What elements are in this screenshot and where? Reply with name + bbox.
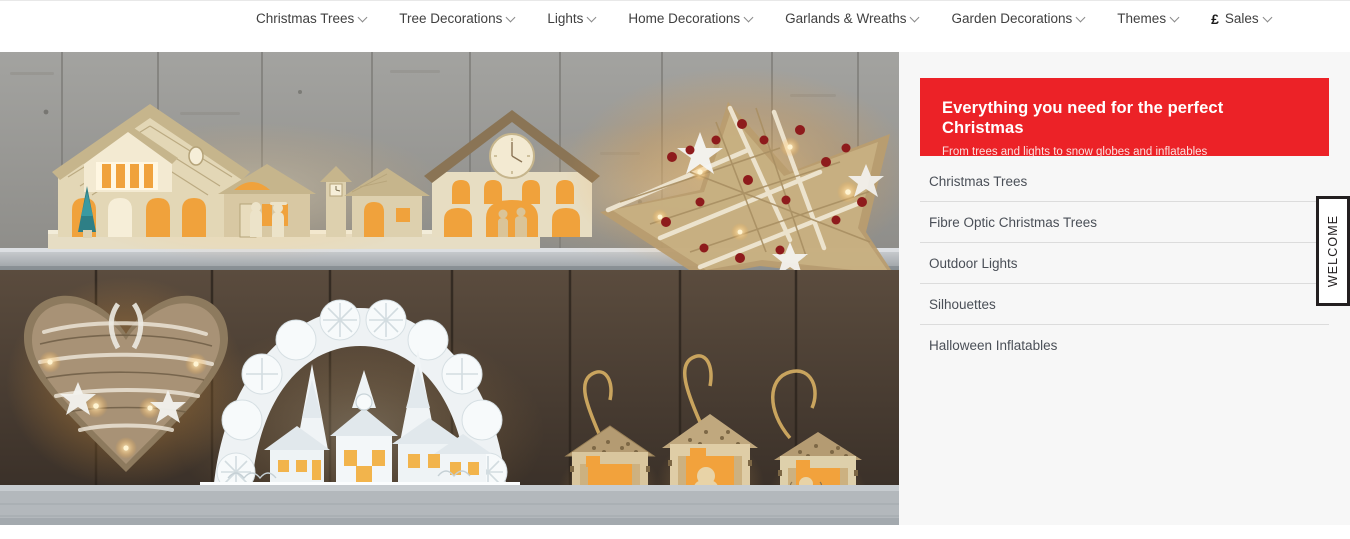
hero-banner-image[interactable] xyxy=(0,52,899,525)
chevron-down-icon xyxy=(588,14,596,22)
nav-item-label: Garlands & Wreaths xyxy=(785,11,907,26)
site-header: Christmas Trees Tree Decorations Lights … xyxy=(0,0,1350,52)
nav-item-christmas-trees[interactable]: Christmas Trees xyxy=(240,8,383,30)
main-navigation: Christmas Trees Tree Decorations Lights … xyxy=(240,1,1288,53)
sidebar-link-label: Halloween Inflatables xyxy=(929,338,1058,353)
hero-illustration xyxy=(0,52,899,525)
nav-item-label: Garden Decorations xyxy=(951,11,1073,26)
chevron-down-icon xyxy=(1171,14,1179,22)
nav-item-label: Themes xyxy=(1117,11,1167,26)
welcome-tab-label: WELCOME xyxy=(1326,214,1341,288)
sidebar-link-label: Silhouettes xyxy=(929,296,996,312)
nav-item-sales[interactable]: £ Sales xyxy=(1195,8,1288,30)
sidebar-link-outdoor-lights[interactable]: Outdoor Lights xyxy=(920,243,1329,284)
promo-subtitle: From trees and lights to snow globes and… xyxy=(942,146,1208,158)
nav-item-label: Christmas Trees xyxy=(256,11,355,26)
promo-title: Everything you need for the perfect Chri… xyxy=(942,99,1224,137)
category-link-list: Christmas Trees Fibre Optic Christmas Tr… xyxy=(920,161,1329,366)
nav-item-garden-decorations[interactable]: Garden Decorations xyxy=(935,8,1101,30)
nav-item-label: Home Decorations xyxy=(628,11,741,26)
chevron-down-icon xyxy=(1077,14,1085,22)
sidebar-link-label: Fibre Optic Christmas Trees xyxy=(929,214,1098,230)
sidebar-link-label: Outdoor Lights xyxy=(929,255,1018,271)
nav-item-label: Lights xyxy=(547,11,584,26)
sidebar-link-halloween-inflatables[interactable]: Halloween Inflatables xyxy=(920,325,1329,366)
nav-item-label: Sales xyxy=(1224,11,1259,26)
sidebar-link-fibre-optic-christmas-trees[interactable]: Fibre Optic Christmas Trees xyxy=(920,202,1329,243)
welcome-side-tab[interactable]: WELCOME xyxy=(1316,196,1350,306)
sidebar-link-christmas-trees[interactable]: Christmas Trees xyxy=(920,161,1329,202)
nav-item-label: Tree Decorations xyxy=(399,11,503,26)
sidebar-panel: Everything you need for the perfect Chri… xyxy=(899,52,1350,525)
chevron-down-icon xyxy=(359,14,367,22)
nav-item-garlands-wreaths[interactable]: Garlands & Wreaths xyxy=(769,8,935,30)
nav-item-themes[interactable]: Themes xyxy=(1101,8,1195,30)
promo-banner[interactable]: Everything you need for the perfect Chri… xyxy=(920,78,1329,158)
nav-item-tree-decorations[interactable]: Tree Decorations xyxy=(383,8,531,30)
sidebar-link-label: Christmas Trees xyxy=(929,173,1028,189)
sidebar-link-silhouettes[interactable]: Silhouettes xyxy=(920,284,1329,325)
chevron-down-icon xyxy=(911,14,919,22)
chevron-down-icon xyxy=(1264,14,1272,22)
nav-item-lights[interactable]: Lights xyxy=(531,8,612,30)
nav-item-home-decorations[interactable]: Home Decorations xyxy=(612,8,769,30)
pound-currency-icon: £ xyxy=(1211,11,1219,27)
chevron-down-icon xyxy=(507,14,515,22)
chevron-down-icon xyxy=(745,14,753,22)
